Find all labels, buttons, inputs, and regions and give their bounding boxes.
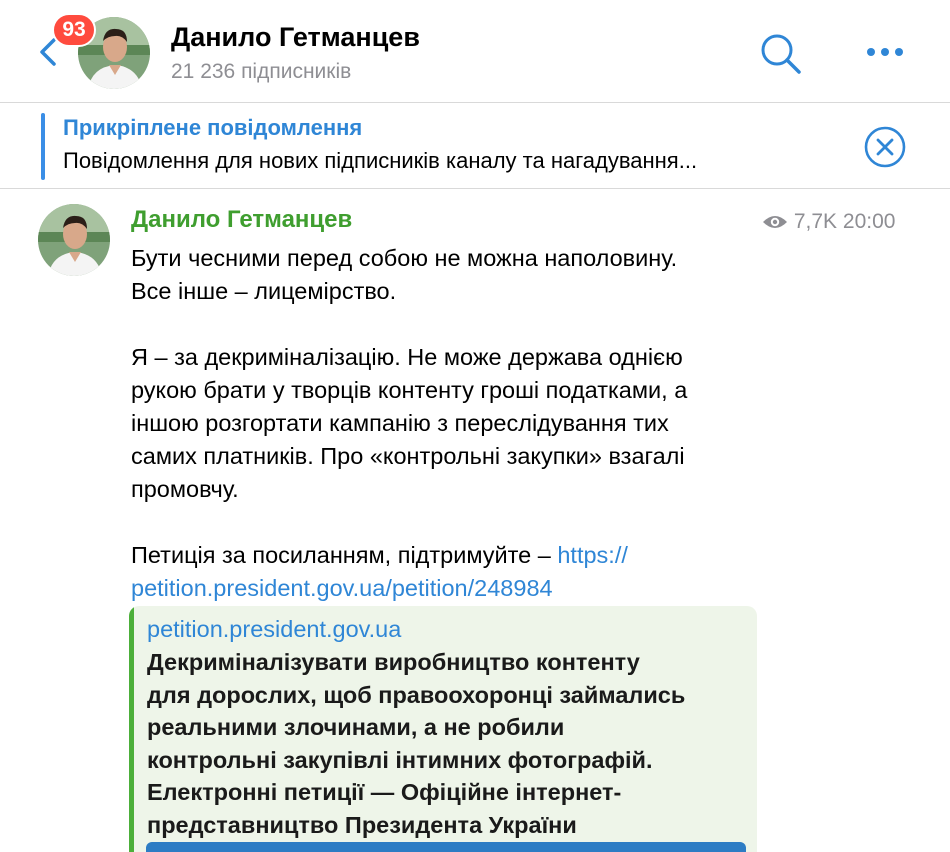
subscriber-count: 21 236 підписників [171,60,352,83]
eye-icon [763,216,787,228]
search-icon [761,34,801,74]
pinned-indicator [41,113,45,180]
more-icon [867,48,903,56]
post-meta: 7,7K 20:00 [762,210,895,234]
post-author[interactable]: Данило Гетманцев [131,206,352,234]
link-preview-description: Декриміналізувати виробництво контенту д… [147,649,686,838]
close-pinned-button[interactable] [862,124,908,170]
unread-count-badge: 93 [52,13,96,47]
post-time: 20:00 [842,210,896,233]
pinned-title: Прикріплене повідомлення [63,115,363,140]
petition-link-part1: https:// [557,542,628,568]
author-avatar[interactable] [38,204,110,276]
more-button[interactable] [862,42,908,62]
link-preview[interactable]: petition.president.gov.ua Декриміналізув… [129,606,757,852]
link-preview-image[interactable] [146,842,746,852]
close-circle-icon [864,126,906,168]
view-count: 7,7K [793,210,838,233]
pinned-text: Повідомлення для нових підписників канал… [63,148,698,173]
post-text: Бути чесними перед собою не можна наполо… [131,242,831,605]
petition-link-part2: petition.president.gov.ua/petition/24898… [131,575,553,601]
channel-title[interactable]: Данило Гетманцев [171,22,420,53]
post-text-main: Бути чесними перед собою не можна наполо… [131,245,688,568]
link-preview-accent [129,606,134,852]
chat-header: 93 Данило Гетманцев 21 236 підписників [0,0,950,103]
pinned-message-bar[interactable]: Прикріплене повідомлення Повідомлення дл… [0,103,950,189]
link-preview-site: petition.president.gov.ua [147,616,402,642]
search-button[interactable] [758,31,804,77]
